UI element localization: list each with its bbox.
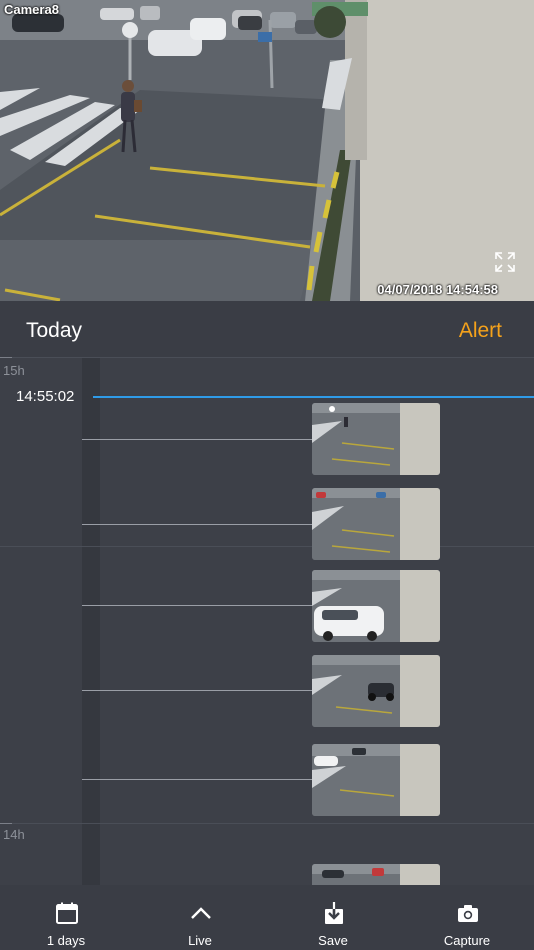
event-thumbnail[interactable] bbox=[312, 864, 440, 885]
bottom-toolbar: 1 days Live Save Capture bbox=[0, 885, 534, 950]
event-marker bbox=[82, 524, 312, 525]
live-button[interactable]: Live bbox=[145, 885, 255, 950]
event-thumbnail[interactable] bbox=[312, 488, 440, 560]
camera-live-view[interactable]: Camera8 04/07/2018 14:54:58 bbox=[0, 0, 534, 301]
days-button[interactable]: 1 days bbox=[11, 885, 121, 950]
download-icon bbox=[325, 902, 343, 924]
timeline-header: Today Alert bbox=[0, 301, 534, 357]
capture-label: Capture bbox=[443, 933, 491, 948]
chevron-up-icon bbox=[191, 907, 211, 919]
save-label: Save bbox=[318, 933, 348, 948]
playback-cursor[interactable] bbox=[93, 396, 534, 398]
event-marker bbox=[82, 690, 312, 691]
event-marker bbox=[82, 605, 312, 606]
days-label: 1 days bbox=[46, 933, 86, 948]
camera-icon bbox=[458, 905, 478, 922]
event-thumbnail[interactable] bbox=[312, 744, 440, 816]
event-marker bbox=[82, 779, 312, 780]
timeline-track bbox=[82, 357, 100, 885]
live-label: Live bbox=[188, 933, 212, 948]
hour-divider bbox=[0, 357, 534, 358]
current-time-label: 14:55:02 bbox=[16, 388, 75, 405]
timeline[interactable]: 15h 14h 14:55:02 bbox=[0, 357, 534, 885]
hour-label-15h: 15h bbox=[3, 363, 25, 378]
camera-timestamp: 04/07/2018 14:54:58 bbox=[377, 282, 498, 297]
save-button[interactable]: Save bbox=[278, 885, 388, 950]
camera-feed-image bbox=[0, 0, 534, 301]
hour-divider bbox=[0, 823, 534, 824]
date-title[interactable]: Today bbox=[26, 319, 82, 343]
event-marker bbox=[82, 439, 312, 440]
hour-tick bbox=[0, 823, 12, 824]
event-thumbnail[interactable] bbox=[312, 403, 440, 475]
calendar-icon bbox=[56, 902, 78, 924]
alert-button[interactable]: Alert bbox=[459, 319, 502, 343]
hour-label-14h: 14h bbox=[3, 827, 25, 842]
expand-icon[interactable] bbox=[494, 251, 516, 273]
hour-tick bbox=[0, 357, 12, 358]
camera-name: Camera8 bbox=[4, 2, 59, 17]
hour-divider bbox=[0, 546, 534, 547]
event-thumbnail[interactable] bbox=[312, 655, 440, 727]
event-thumbnail[interactable] bbox=[312, 570, 440, 642]
capture-button[interactable]: Capture bbox=[412, 885, 522, 950]
